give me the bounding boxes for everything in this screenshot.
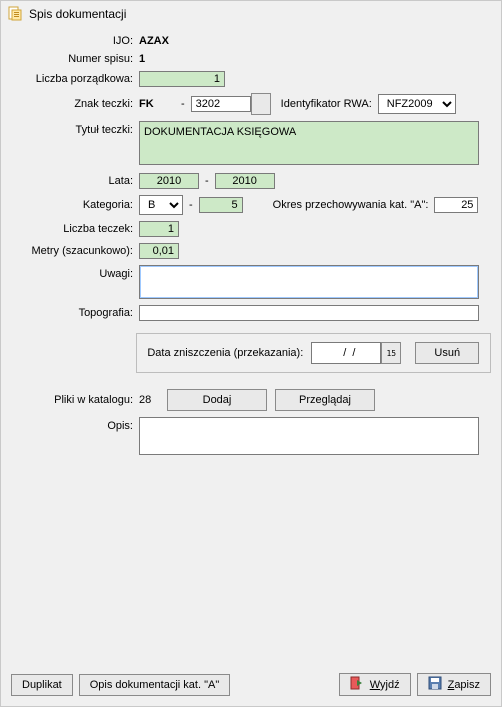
button-wyjdz[interactable]: Wyjdź [339,673,411,696]
exit-icon [350,676,364,693]
app-icon [7,5,23,24]
input-znak-teczki-code[interactable] [191,96,251,112]
label-tytul-teczki: Tytuł teczki: [11,121,139,136]
value-znak-teczki-prefix: FK [139,98,175,110]
label-uwagi: Uwagi: [11,265,139,280]
dash-lata: - [199,175,215,187]
label-ijo: IJO: [11,35,139,47]
label-pliki: Pliki w katalogu: [11,394,139,406]
button-zapisz-label: Zapisz [448,679,480,691]
window: Spis dokumentacji IJO: AZAX Numer spisu:… [0,0,502,707]
input-kategoria-num[interactable] [199,197,243,213]
textarea-opis[interactable] [139,417,479,455]
input-topografia[interactable] [139,305,479,321]
save-icon [428,676,442,693]
znak-teczki-picker-button[interactable] [251,93,271,115]
input-data-zniszczenia[interactable] [311,342,381,364]
input-liczba-teczek[interactable] [139,221,179,237]
window-title: Spis dokumentacji [29,7,126,21]
value-pliki: 28 [139,394,167,406]
titlebar: Spis dokumentacji [1,1,501,27]
value-numer-spisu: 1 [139,53,145,65]
footer: Duplikat Opis dokumentacji kat. "A" Wyjd… [1,665,501,706]
button-duplikat[interactable]: Duplikat [11,674,73,696]
value-ijo: AZAX [139,35,169,47]
select-kategoria[interactable]: B [139,195,183,215]
form-body: IJO: AZAX Numer spisu: 1 Liczba porządko… [1,27,501,665]
button-przegladaj[interactable]: Przeglądaj [275,389,375,411]
button-opis-kat-a[interactable]: Opis dokumentacji kat. "A" [79,674,230,696]
label-data-zniszczenia: Data zniszczenia (przekazania): [147,347,303,359]
label-metry: Metry (szacunkowo): [11,245,139,257]
label-znak-teczki: Znak teczki: [11,98,139,110]
dash-znak: - [175,98,191,110]
label-lata: Lata: [11,175,139,187]
input-lata-do[interactable] [215,173,275,189]
button-zapisz[interactable]: Zapisz [417,673,491,696]
textarea-tytul-teczki[interactable]: DOKUMENTACJA KSIĘGOWA [139,121,479,165]
input-liczba-porzadkowa[interactable] [139,71,225,87]
label-liczba-porzadkowa: Liczba porządkowa: [11,73,139,85]
label-kategoria: Kategoria: [11,199,139,211]
input-okres-kat-a[interactable] [434,197,478,213]
input-lata-od[interactable] [139,173,199,189]
label-okres-kat-a: Okres przechowywania kat. "A": [273,199,429,211]
label-liczba-teczek: Liczba teczek: [11,223,139,235]
dash-kategoria: - [183,199,199,211]
frame-data-zniszczenia: Data zniszczenia (przekazania): 15 Usuń [136,333,491,373]
input-metry[interactable] [139,243,179,259]
label-numer-spisu: Numer spisu: [11,53,139,65]
label-ident-rwa: Identyfikator RWA: [281,98,372,110]
button-wyjdz-label: Wyjdź [370,679,400,691]
button-usun[interactable]: Usuń [415,342,479,364]
label-opis: Opis: [11,417,139,432]
select-ident-rwa[interactable]: NFZ2009 [378,94,456,114]
label-topografia: Topografia: [11,307,139,319]
calendar-icon[interactable]: 15 [381,342,401,364]
button-dodaj[interactable]: Dodaj [167,389,267,411]
textarea-uwagi[interactable] [139,265,479,299]
